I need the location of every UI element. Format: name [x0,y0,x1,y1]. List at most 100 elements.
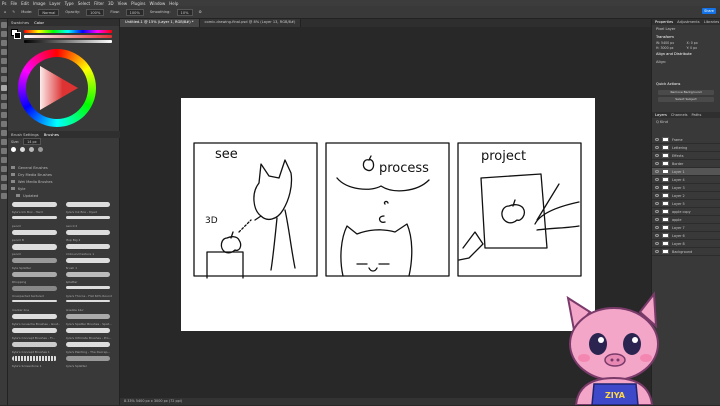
brush-preset[interactable]: Kyle's Thorns - Flat 60% Round [65,285,117,298]
brush-size-field[interactable]: 14 px [23,138,41,145]
visibility-eye-icon[interactable] [655,250,659,253]
menu-item[interactable]: 3D [108,1,114,6]
background-color-swatch[interactable] [14,32,21,39]
layer-row[interactable]: Layer 2 [652,192,720,200]
tab-brush-settings[interactable]: Brush Settings [11,132,39,137]
shape-tool-icon[interactable] [1,175,7,181]
saturation-slider[interactable] [24,35,112,38]
visibility-eye-icon[interactable] [655,234,659,237]
height-field[interactable]: H: 3000 px [656,46,686,50]
layer-row[interactable]: apple copy [652,208,720,216]
visibility-eye-icon[interactable] [655,202,659,205]
layer-row[interactable]: Layer 7 [652,224,720,232]
layer-row[interactable]: Layer 8 [652,240,720,248]
recent-brush[interactable] [11,147,16,152]
brush-preset[interactable]: Kyle's Ink Box - Dyed [65,201,117,214]
visibility-eye-icon[interactable] [655,242,659,245]
brush-tool-icon[interactable]: ✎ [12,10,15,14]
menu-item[interactable]: Plugins [131,1,145,6]
move-tool-icon[interactable] [1,22,7,28]
marquee-tool-icon[interactable] [1,31,7,37]
tab-paths[interactable]: Paths [692,113,702,117]
brush-folder[interactable]: Wet Media Brushes [8,178,120,185]
brush-tool-icon[interactable] [1,85,7,91]
brush-preset[interactable]: pencil B [12,229,63,242]
hand-tool-icon[interactable] [1,184,7,190]
menu-item[interactable]: Ps [2,1,6,6]
tab-channels[interactable]: Channels [671,113,688,117]
layer-row-selected[interactable]: Layer 1 [652,168,720,176]
recent-brush[interactable] [20,147,25,152]
zoom-tool-icon[interactable] [1,193,7,199]
remove-background-button[interactable]: Remove Background [658,90,714,95]
menu-item[interactable]: Type [65,1,74,6]
menu-item[interactable]: Layer [49,1,60,6]
brush-preset[interactable]: Kyle's Concept Brushes - Fl... [12,327,63,340]
document-canvas[interactable]: see 3D process project [181,98,595,331]
visibility-eye-icon[interactable] [655,178,659,181]
brush-folder[interactable]: General Brushes [8,164,120,171]
brush-preset[interactable]: pencil [12,243,63,256]
width-field[interactable]: W: 5400 px [656,41,686,45]
tab-libraries[interactable]: Libraries [704,20,720,24]
history-brush-icon[interactable] [1,103,7,109]
layer-row[interactable]: Border [652,160,720,168]
tab-layers[interactable]: Layers [655,113,667,117]
brush-preset[interactable]: marker line [12,299,63,312]
layer-row[interactable]: Effects [652,152,720,160]
home-icon[interactable]: ⌂ [4,10,6,14]
opacity-field[interactable]: 100% [86,8,105,16]
visibility-eye-icon[interactable] [655,138,659,141]
brush-preset[interactable]: Kyle's Ink Box - Hard [12,201,63,214]
menu-item[interactable]: Select [78,1,90,6]
tab-swatches[interactable]: Swatches [11,20,29,25]
layer-row[interactable]: Layer 6 [652,232,720,240]
mode-select[interactable]: Normal [38,8,60,16]
layer-row[interactable]: Lettering [652,144,720,152]
y-field[interactable]: Y: 0 px [687,46,717,50]
menu-item[interactable]: Edit [21,1,29,6]
stamp-tool-icon[interactable] [1,94,7,100]
layer-filter[interactable]: Q Kind [652,118,720,126]
menu-item[interactable]: Filter [94,1,104,6]
brush-preset[interactable]: pencil 2 [65,215,117,228]
eraser-tool-icon[interactable] [1,112,7,118]
recent-brush[interactable] [29,147,34,152]
document-tab[interactable]: comic-drawing-final.psd @ 8% (Layer 13, … [199,19,302,27]
layer-row[interactable]: Background [652,248,720,256]
layer-row[interactable]: Layer 3 [652,184,720,192]
tab-brushes[interactable]: Brushes [44,132,59,137]
flow-field[interactable]: 100% [125,8,144,16]
layer-row[interactable]: Frame [652,136,720,144]
dodge-tool-icon[interactable] [1,139,7,145]
hue-slider[interactable] [24,30,112,33]
brightness-slider[interactable] [24,40,112,43]
brush-preset[interactable]: Unexpected textured [12,285,63,298]
menu-item[interactable]: File [10,1,17,6]
brush-preset[interactable]: pencil [12,215,63,228]
brush-preset[interactable]: Kyle's Screentone 1 [12,355,63,368]
visibility-eye-icon[interactable] [655,194,659,197]
brush-preset[interactable]: Kyle's Splatter [65,355,117,368]
visibility-eye-icon[interactable] [655,154,659,157]
brush-preset[interactable]: pixelize blur [65,299,117,312]
layer-row[interactable]: apple [652,216,720,224]
visibility-eye-icon[interactable] [655,146,659,149]
crop-tool-icon[interactable] [1,58,7,64]
brush-preset[interactable]: Kyle Splatter [12,257,63,270]
brush-preset[interactable]: Kyle's Gouache Brushes - Gout... [12,313,63,326]
brush-preset[interactable]: Kyle's Ultimate Brushes - Pro... [65,327,117,340]
pen-tool-icon[interactable] [1,148,7,154]
brush-preset[interactable]: Splatter [65,271,117,284]
brush-preset[interactable]: Kyle's Concept Brushes 1 [12,341,63,354]
layer-row[interactable]: Layer 5 [652,200,720,208]
menu-item[interactable]: View [118,1,128,6]
visibility-eye-icon[interactable] [655,226,659,229]
menu-item[interactable]: Image [33,1,46,6]
recent-brush[interactable] [38,147,43,152]
brush-preset[interactable]: Kyle's Painting - The Decrep... [65,341,117,354]
eyedropper-tool-icon[interactable] [1,67,7,73]
brush-preset[interactable]: Inkbound texture 1 [65,243,117,256]
share-button[interactable]: Share [702,8,716,14]
tab-color[interactable]: Color [34,20,44,25]
